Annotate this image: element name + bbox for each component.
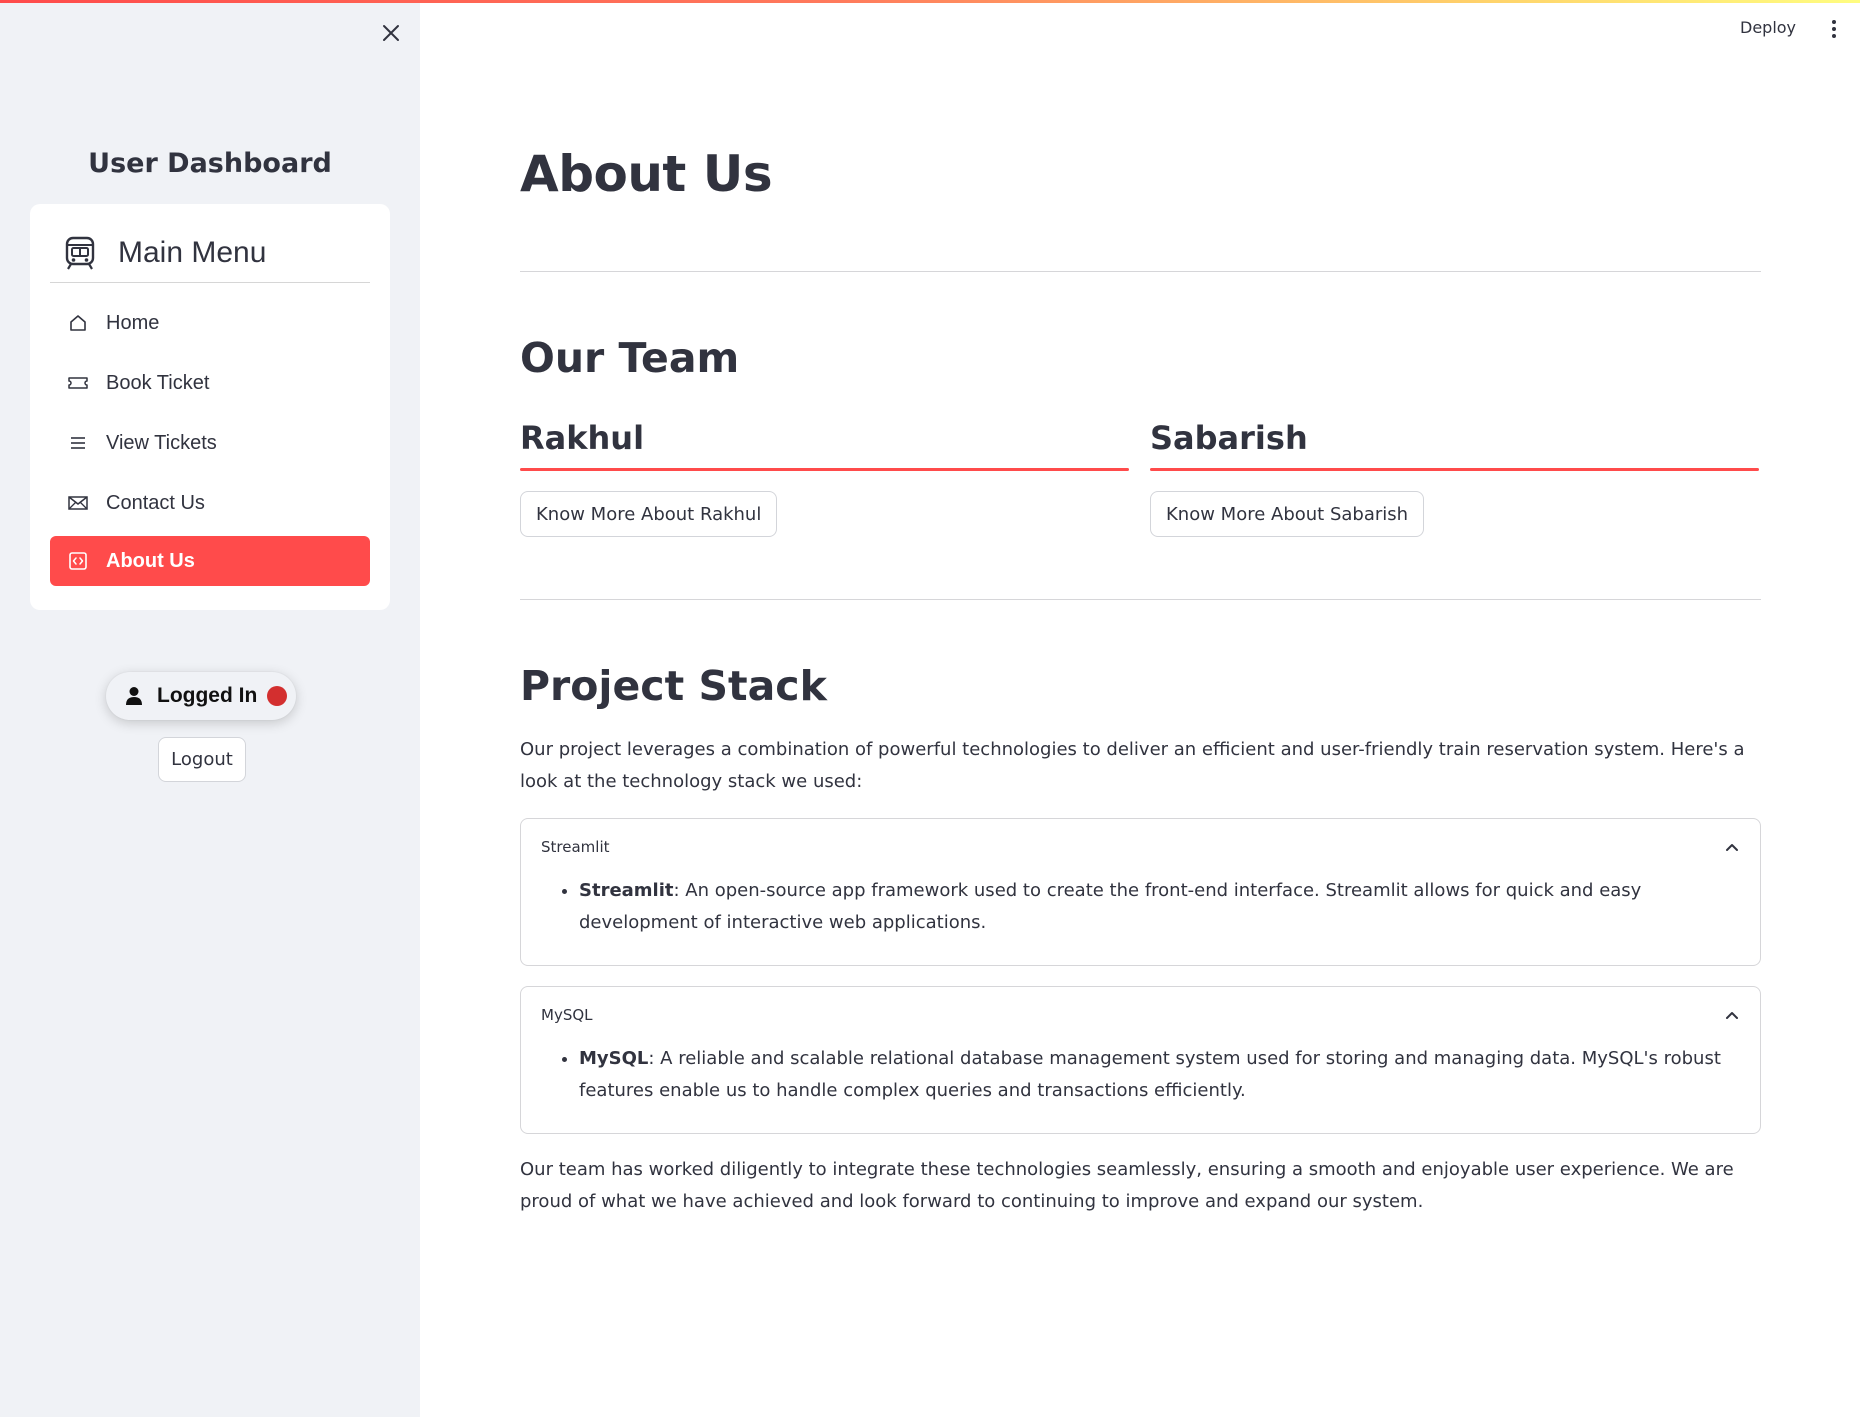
top-decoration-bar	[0, 0, 1860, 3]
sidebar-item-label: About Us	[106, 549, 195, 572]
page-title: About Us	[520, 145, 773, 203]
train-icon	[60, 233, 100, 273]
term: MySQL	[579, 1048, 649, 1069]
main-menu: Main Menu Home Book Ticket View Tickets …	[30, 204, 390, 610]
login-status-badge: Logged In	[106, 672, 296, 720]
team-member-card: Rakhul Know More About Rakhul	[520, 416, 1129, 537]
know-more-rakhul-button[interactable]: Know More About Rakhul	[520, 491, 778, 537]
list-item: Streamlit: An open-source app framework …	[579, 875, 1740, 939]
expander-label: MySQL	[541, 1006, 593, 1024]
more-options-icon[interactable]	[1822, 14, 1846, 44]
sidebar-item-home[interactable]: Home	[50, 298, 370, 348]
sidebar-item-about-us[interactable]: About Us	[50, 536, 370, 586]
divider	[520, 271, 1761, 272]
chevron-up-icon	[1726, 844, 1738, 851]
know-more-sabarish-button[interactable]: Know More About Sabarish	[1150, 491, 1425, 537]
member-divider	[1150, 468, 1759, 471]
expander-body: MySQL: A reliable and scalable relationa…	[521, 1043, 1760, 1127]
expander-header[interactable]: Streamlit	[521, 819, 1760, 875]
list-icon	[66, 431, 90, 455]
person-icon	[123, 685, 145, 707]
sidebar-item-label: View Tickets	[106, 431, 217, 454]
ticket-icon	[66, 371, 90, 395]
team-member-card: Sabarish Know More About Sabarish	[1150, 416, 1759, 537]
sidebar-title: User Dashboard	[88, 148, 332, 179]
sidebar: User Dashboard Main Menu Home Book Ticke…	[0, 0, 420, 1417]
expander-label: Streamlit	[541, 838, 610, 856]
list-item: MySQL: A reliable and scalable relationa…	[579, 1043, 1740, 1107]
status-label: Logged In	[157, 684, 258, 707]
sidebar-item-label: Book Ticket	[106, 371, 210, 394]
status-dot-icon	[267, 686, 288, 706]
term: Streamlit	[579, 880, 674, 901]
sidebar-item-book-ticket[interactable]: Book Ticket	[50, 358, 370, 408]
expander-body: Streamlit: An open-source app framework …	[521, 875, 1760, 959]
divider	[520, 599, 1761, 600]
sidebar-item-view-tickets[interactable]: View Tickets	[50, 418, 370, 468]
sidebar-item-label: Contact Us	[106, 491, 205, 514]
description: : An open-source app framework used to c…	[579, 880, 1642, 933]
main-content: About Us Our Team Rakhul Know More About…	[520, 0, 1761, 1417]
team-heading: Our Team	[520, 334, 740, 382]
stack-intro-text: Our project leverages a combination of p…	[520, 739, 1745, 792]
close-sidebar-button[interactable]	[378, 20, 404, 46]
description: : A reliable and scalable relational dat…	[579, 1048, 1721, 1101]
sidebar-item-contact-us[interactable]: Contact Us	[50, 478, 370, 528]
expander-header[interactable]: MySQL	[521, 987, 1760, 1043]
member-name: Sabarish	[1150, 419, 1308, 457]
expander-mysql: MySQL MySQL: A reliable and scalable rel…	[520, 986, 1761, 1134]
stack-heading: Project Stack	[520, 662, 827, 710]
close-icon	[383, 25, 399, 41]
code-square-icon	[66, 549, 90, 573]
logout-button[interactable]: Logout	[158, 737, 246, 782]
expander-streamlit: Streamlit Streamlit: An open-source app …	[520, 818, 1761, 966]
house-icon	[66, 311, 90, 335]
chevron-up-icon	[1726, 1012, 1738, 1019]
member-divider	[520, 468, 1129, 471]
menu-header: Main Menu	[50, 224, 370, 283]
closing-text: Our team has worked diligently to integr…	[520, 1159, 1734, 1212]
sidebar-item-label: Home	[106, 311, 160, 334]
member-name: Rakhul	[520, 419, 645, 457]
menu-title: Main Menu	[118, 236, 267, 269]
envelope-icon	[66, 491, 90, 515]
